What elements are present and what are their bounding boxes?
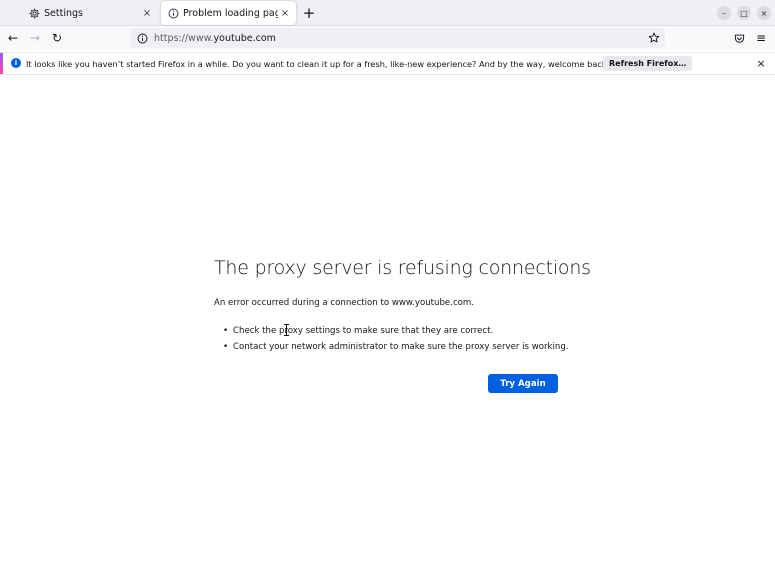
notification-message: It looks like you haven’t started Firefo… (26, 59, 610, 69)
navigation-toolbar: ← → ↻ https://www.youtube.com ≡ (0, 26, 775, 50)
back-button[interactable]: ← (5, 30, 21, 46)
info-icon (167, 7, 179, 19)
reload-button[interactable]: ↻ (49, 30, 65, 46)
url-text[interactable]: https://www.youtube.com (154, 33, 647, 44)
menu-button[interactable]: ≡ (753, 30, 769, 46)
try-again-button[interactable]: Try Again (488, 374, 558, 393)
new-tab-button[interactable]: + (300, 4, 318, 22)
error-description: An error occurred during a connection to… (214, 298, 475, 308)
tab-problem-loading[interactable]: Problem loading page × (161, 1, 296, 25)
list-item: Check the proxy settings to make sure th… (223, 326, 569, 342)
close-window-button[interactable]: × (757, 6, 771, 20)
gear-icon (28, 7, 40, 19)
url-bar[interactable]: https://www.youtube.com (130, 28, 665, 48)
text-cursor-icon (284, 324, 289, 336)
url-prefix: https://www. (154, 32, 214, 44)
tab-label: Problem loading page (183, 7, 278, 19)
site-info-icon[interactable] (136, 32, 148, 44)
bookmark-star-icon[interactable] (647, 31, 661, 45)
error-title: The proxy server is refusing connections (214, 257, 591, 279)
minimize-button[interactable]: – (717, 6, 731, 20)
tab-label: Settings (44, 7, 83, 19)
pocket-icon[interactable] (731, 30, 747, 46)
refresh-firefox-button[interactable]: Refresh Firefox… (603, 56, 693, 71)
tab-strip: Settings × Problem loading page × + – □ … (0, 0, 775, 26)
url-host: youtube.com (213, 32, 276, 44)
list-item: Contact your network administrator to ma… (223, 342, 569, 358)
notification-close-button[interactable]: × (754, 56, 768, 70)
close-tab-button[interactable]: × (278, 6, 292, 20)
tab-settings[interactable]: Settings × (8, 1, 158, 25)
notification-info-icon: i (11, 58, 21, 68)
forward-button[interactable]: → (27, 30, 43, 46)
maximize-button[interactable]: □ (737, 6, 751, 20)
close-tab-button[interactable]: × (140, 6, 154, 20)
error-suggestions-list: Check the proxy settings to make sure th… (223, 326, 569, 358)
refresh-notification-bar: i It looks like you haven’t started Fire… (0, 52, 775, 75)
notification-accent (0, 53, 3, 74)
